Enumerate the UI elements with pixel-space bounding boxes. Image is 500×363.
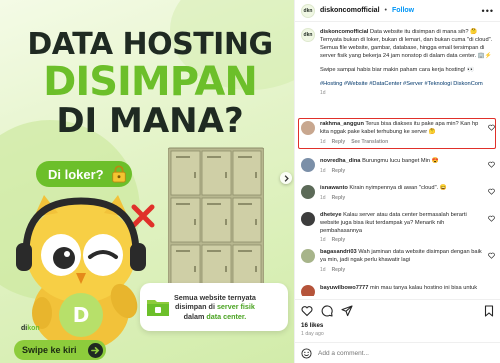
lock-icon [111, 165, 126, 183]
comment-avatar[interactable] [301, 121, 315, 135]
headline-line2: DISIMPAN [43, 59, 258, 105]
svg-text:D: D [73, 303, 90, 327]
comment-text: Burungmu lucu banget Min 😍 [362, 158, 439, 164]
heart-icon[interactable] [488, 252, 495, 259]
info-line3-pre: dalam [183, 311, 205, 321]
comment-item: isnawanto Kirain nyimpennya di awan "clo… [301, 185, 495, 201]
comment-username[interactable]: bagasandri03 [320, 249, 357, 255]
comment-avatar[interactable] [301, 158, 315, 172]
caption-text: diskoncomofficial Data website itu disim… [320, 28, 497, 60]
caption-username[interactable]: diskoncomofficial [320, 29, 368, 35]
brand-mark-accent: kon [27, 325, 40, 332]
lockers-illustration [167, 146, 265, 296]
comment-username[interactable]: bayuwilbowo7777 [320, 285, 368, 291]
reply-button[interactable]: Reply [332, 168, 346, 174]
comment-username[interactable]: isnawanto [320, 185, 348, 191]
comment-avatar[interactable] [301, 285, 315, 296]
share-icon[interactable] [341, 305, 353, 317]
comment-text: Kalau server atau data center bermasalah… [320, 212, 467, 234]
comment-time: 1d [320, 138, 326, 145]
comment-time: 1d [320, 167, 326, 174]
swipe-label: Swipe ke kiri [22, 345, 77, 355]
comment-text: Kirain nyimpennya di awan "cloud". 😄 [349, 185, 447, 191]
comment-item: rakhma_anggun Terus bisa diakses itu pak… [301, 121, 495, 145]
comment-avatar[interactable] [301, 249, 315, 263]
brand-mark: dikon [21, 325, 40, 332]
caption-time: 1d [320, 90, 326, 96]
likes-count[interactable]: 16 likes [301, 322, 495, 329]
comment-username[interactable]: rakhma_anggun [320, 121, 364, 127]
chevron-right-icon [284, 174, 289, 182]
post-panel: dkn diskoncomofficial • Follow ••• dkn d… [294, 0, 500, 363]
heart-icon[interactable] [301, 305, 313, 317]
post-actions: 16 likes 1 day ago [295, 299, 500, 337]
comment-username[interactable]: novredha_dina [320, 158, 360, 164]
heart-icon[interactable] [488, 188, 495, 195]
comment-item: bayuwilbowo7777 min mau tanya kalau host… [301, 285, 495, 296]
folder-icon [147, 300, 169, 316]
reply-button[interactable]: Reply [332, 237, 346, 243]
info-line2-pre: disimpan di [175, 302, 215, 312]
caption: dkn diskoncomofficial Data website itu d… [301, 28, 497, 96]
heart-icon[interactable] [488, 161, 495, 168]
more-horizontal-icon[interactable]: ••• [482, 6, 494, 16]
info-text: Semua website ternyata disimpan di serve… [174, 293, 256, 321]
caption-avatar[interactable]: dkn [301, 28, 315, 42]
reply-button[interactable]: Reply [332, 139, 346, 145]
reply-button[interactable]: Reply [332, 267, 346, 273]
see-translation-button[interactable]: See Translation [351, 139, 388, 145]
post-time-ago: 1 day ago [301, 331, 324, 337]
post-header: dkn diskoncomofficial • Follow ••• [295, 0, 500, 22]
comment-time: 1d [320, 194, 326, 201]
carousel-next-button[interactable] [280, 172, 292, 184]
comment-time: 1d [320, 266, 326, 273]
caption-hashtags[interactable]: #Hosting #Website #DataCenter #Server #T… [320, 80, 497, 88]
avatar[interactable]: dkn [301, 3, 315, 18]
info-line1: Semua website ternyata [174, 292, 256, 302]
reply-button[interactable]: Reply [332, 195, 346, 201]
comment-avatar[interactable] [301, 212, 315, 226]
swipe-button: Swipe ke kiri [14, 340, 106, 360]
add-comment-input[interactable] [318, 349, 495, 357]
comment-item: bagasandri03 Wah jaminan data website di… [301, 249, 495, 273]
bookmark-icon[interactable] [483, 305, 495, 317]
info-line2-highlight: server fisik [216, 302, 255, 312]
headline: DATA HOSTING DISIMPAN DI MANA? [10, 27, 290, 141]
info-card: Semua website ternyata disimpan di serve… [140, 283, 288, 331]
add-comment-bar [295, 342, 500, 363]
separator-dot: • [384, 7, 387, 14]
headline-line3: DI MANA? [56, 101, 244, 141]
comment-username[interactable]: dheteye [320, 212, 342, 218]
comment-icon[interactable] [321, 305, 333, 317]
follow-button[interactable]: Follow [392, 7, 414, 14]
headline-line1: DATA HOSTING [27, 27, 273, 62]
comment-avatar[interactable] [301, 185, 315, 199]
comment-text: min mau tanya kalau hostino ini bisa unt… [369, 285, 478, 291]
caption-text2: Swipe sampai habis biar makin paham cara… [320, 67, 475, 73]
info-line3-highlight: data center. [206, 311, 247, 321]
post-image: DATA HOSTING DISIMPAN DI MANA? Di loker? [0, 0, 294, 363]
comment-time: 1d [320, 237, 326, 244]
arrow-right-icon [88, 342, 103, 358]
header-username[interactable]: diskoncomofficial [320, 7, 380, 14]
heart-icon[interactable] [488, 215, 495, 222]
emoji-icon[interactable] [301, 347, 312, 359]
heart-icon[interactable] [488, 124, 495, 131]
bubble-text: Di loker? [48, 166, 104, 182]
comment-item: dheteye Kalau server atau data center be… [301, 212, 495, 243]
comment-item: novredha_dina Burungmu lucu banget Min 😍… [301, 158, 495, 174]
